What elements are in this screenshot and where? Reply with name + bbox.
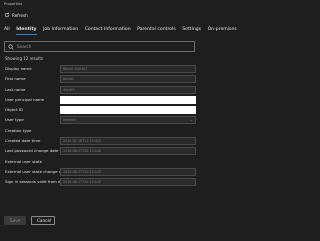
user-type-select[interactable]: Member — [60, 116, 196, 125]
search-box — [4, 41, 195, 52]
results-count: Showing 12 results — [5, 56, 44, 61]
tab-parental-controls[interactable]: Parental controls — [137, 26, 176, 36]
last-password-change-label: Last password change date time — [5, 148, 69, 154]
property-row-creation-type: Creation type — [0, 126, 244, 137]
created-date-time-field[interactable]: 2018-01-16T21:13:42Z — [60, 137, 196, 146]
refresh-label: Refresh — [12, 12, 28, 18]
user-type-label: User type — [5, 117, 24, 123]
display-name-label: Display name — [5, 66, 32, 71]
refresh-button[interactable]: Refresh — [4, 11, 28, 19]
property-row-first-name: First name Benoit — [0, 75, 244, 85]
search-icon — [8, 44, 14, 50]
tab-identity[interactable]: Identity — [16, 26, 37, 36]
property-row-created-date-time: Created date time 2018-01-16T21:13:42Z — [0, 137, 244, 147]
external-state-change-field[interactable]: 2018-06-17T20:12:04Z — [60, 167, 196, 176]
refresh-icon — [4, 12, 10, 18]
created-date-time-label: Created date time — [5, 138, 41, 144]
search-input[interactable] — [17, 44, 187, 49]
object-id-label: Object ID — [5, 107, 24, 113]
property-row-last-password-change: Last password change date time 2018-06-1… — [0, 147, 244, 157]
property-row-external-user-state: External user state — [0, 157, 244, 168]
sign-in-sessions-field[interactable]: 2018-06-17T20:12:04Z — [60, 178, 196, 187]
properties-list: Display name Benoit 849487 First name Be… — [0, 65, 244, 189]
external-user-state-field — [60, 157, 196, 166]
last-password-change-field[interactable]: 2018-06-17T20:12:04Z — [60, 147, 196, 156]
window-title: Properties — [4, 2, 23, 6]
tab-job-information[interactable]: Job Information — [43, 26, 78, 36]
last-name-field[interactable]: 4eb4f5 — [60, 85, 196, 94]
user-principal-name-label: User principal name — [5, 96, 45, 102]
footer-actions: Save Cancel — [4, 216, 55, 225]
tab-bar: All Identity Job Information Contact Inf… — [4, 26, 240, 36]
first-name-label: First name — [5, 76, 26, 82]
property-row-user-principal-name: User principal name — [0, 95, 244, 106]
user-principal-name-field[interactable] — [60, 95, 196, 104]
external-user-state-label: External user state — [5, 158, 42, 164]
object-id-field[interactable] — [60, 106, 196, 115]
tab-on-premises[interactable]: On-premises — [208, 26, 237, 36]
tab-settings[interactable]: Settings — [182, 26, 201, 36]
property-row-external-state-change: External user state change date time 201… — [0, 167, 244, 178]
property-row-object-id: Object ID — [0, 106, 244, 116]
creation-type-field — [60, 126, 196, 135]
creation-type-label: Creation type — [5, 127, 32, 133]
display-name-field[interactable]: Benoit 849487 — [60, 65, 196, 73]
cancel-button[interactable]: Cancel — [31, 216, 55, 225]
last-name-label: Last name — [5, 86, 26, 92]
property-row-user-type: User type Member — [0, 116, 244, 126]
first-name-field[interactable]: Benoit — [60, 75, 196, 84]
tab-all[interactable]: All — [4, 26, 10, 36]
save-button[interactable]: Save — [4, 216, 26, 225]
property-row-display-name: Display name Benoit 849487 — [0, 65, 244, 75]
tab-contact-information[interactable]: Contact Information — [85, 26, 131, 36]
property-row-last-name: Last name 4eb4f5 — [0, 85, 244, 96]
property-row-sign-in-sessions: Sign in sessions valid from date time 20… — [0, 178, 244, 188]
